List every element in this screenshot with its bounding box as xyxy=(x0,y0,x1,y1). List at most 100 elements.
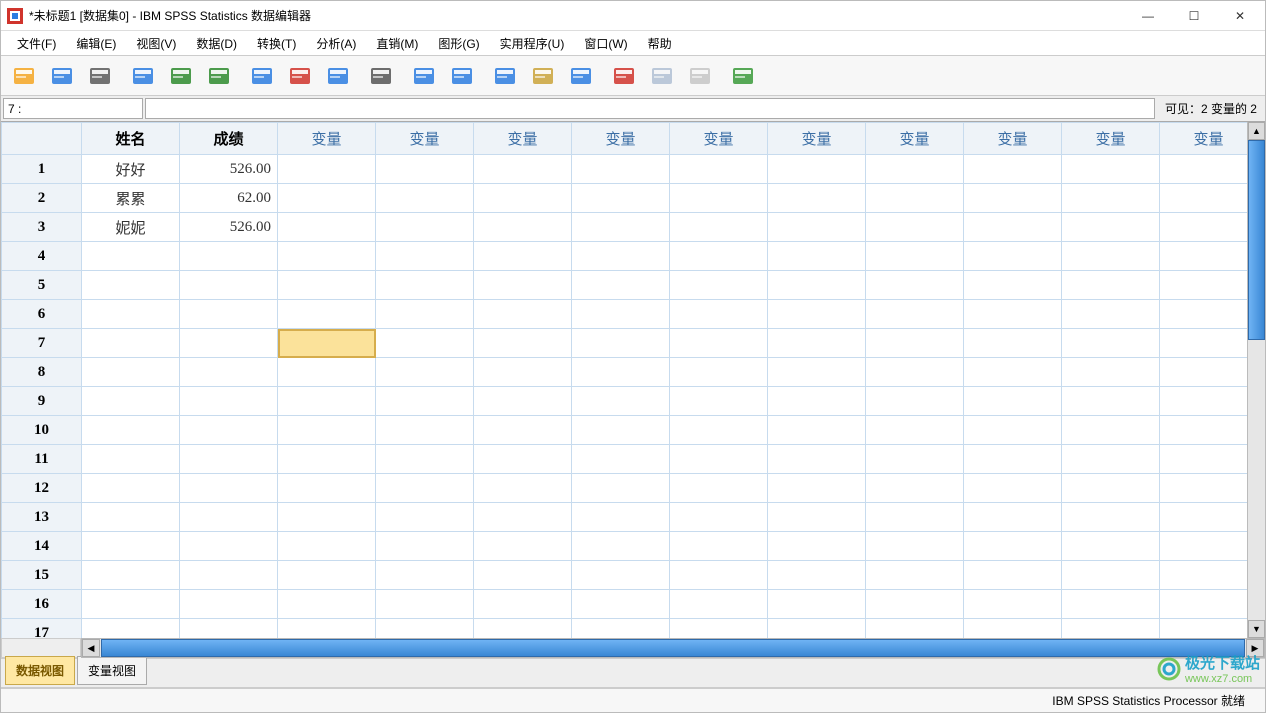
cell[interactable] xyxy=(1160,590,1258,619)
cell[interactable] xyxy=(964,503,1062,532)
cell[interactable] xyxy=(670,532,768,561)
column-header-placeholder[interactable]: 变量 xyxy=(572,123,670,155)
cell[interactable] xyxy=(180,532,278,561)
cell[interactable] xyxy=(376,532,474,561)
cell[interactable] xyxy=(278,213,376,242)
column-header-placeholder[interactable]: 变量 xyxy=(376,123,474,155)
cell[interactable] xyxy=(376,416,474,445)
cell[interactable] xyxy=(376,213,474,242)
cell[interactable] xyxy=(474,300,572,329)
row-header[interactable]: 15 xyxy=(2,561,82,590)
cell[interactable] xyxy=(866,416,964,445)
cell[interactable] xyxy=(768,561,866,590)
goto-var-icon[interactable] xyxy=(283,59,317,93)
cell[interactable] xyxy=(1160,358,1258,387)
find-icon[interactable] xyxy=(364,59,398,93)
cell[interactable] xyxy=(768,242,866,271)
menu-item[interactable]: 图形(G) xyxy=(428,32,489,55)
cell[interactable] xyxy=(278,619,376,639)
cell[interactable] xyxy=(1062,445,1160,474)
minimize-button[interactable]: — xyxy=(1125,1,1171,30)
menu-item[interactable]: 帮助 xyxy=(638,32,682,55)
cell[interactable] xyxy=(572,300,670,329)
recall-dialog-icon[interactable] xyxy=(126,59,160,93)
cell[interactable] xyxy=(82,561,180,590)
close-button[interactable]: ✕ xyxy=(1217,1,1263,30)
cell[interactable] xyxy=(82,532,180,561)
cell[interactable] xyxy=(278,184,376,213)
goto-case-icon[interactable] xyxy=(245,59,279,93)
horizontal-scrollbar[interactable]: ◀ ▶ xyxy=(81,638,1265,658)
menu-item[interactable]: 直销(M) xyxy=(366,32,428,55)
cell[interactable] xyxy=(180,619,278,639)
cell[interactable] xyxy=(278,532,376,561)
tab-variable-view[interactable]: 变量视图 xyxy=(77,656,147,685)
cell[interactable] xyxy=(474,561,572,590)
cell[interactable] xyxy=(1160,300,1258,329)
cell[interactable] xyxy=(964,387,1062,416)
menu-item[interactable]: 转换(T) xyxy=(247,32,306,55)
cell[interactable] xyxy=(474,329,572,358)
cell[interactable] xyxy=(180,358,278,387)
cell[interactable] xyxy=(768,271,866,300)
cell[interactable] xyxy=(1160,242,1258,271)
column-header-placeholder[interactable]: 变量 xyxy=(1062,123,1160,155)
cell[interactable] xyxy=(82,474,180,503)
cell[interactable] xyxy=(474,503,572,532)
data-grid[interactable]: 姓名成绩变量变量变量变量变量变量变量变量变量变量变量变量变量 1好好526.00… xyxy=(1,122,1265,638)
cell[interactable] xyxy=(1062,561,1160,590)
cell[interactable] xyxy=(1062,416,1160,445)
cell[interactable] xyxy=(768,590,866,619)
cell[interactable] xyxy=(82,358,180,387)
cell[interactable] xyxy=(474,271,572,300)
cell[interactable] xyxy=(866,590,964,619)
cell[interactable] xyxy=(82,445,180,474)
cell[interactable] xyxy=(768,213,866,242)
cell[interactable] xyxy=(376,561,474,590)
cell[interactable] xyxy=(768,155,866,184)
cell[interactable] xyxy=(670,474,768,503)
cell[interactable] xyxy=(572,155,670,184)
cell[interactable] xyxy=(670,300,768,329)
cell[interactable] xyxy=(278,271,376,300)
cell[interactable] xyxy=(866,155,964,184)
cell[interactable] xyxy=(474,213,572,242)
cell[interactable] xyxy=(964,358,1062,387)
cell[interactable] xyxy=(376,619,474,639)
cell[interactable] xyxy=(180,590,278,619)
cell[interactable] xyxy=(376,242,474,271)
cell[interactable] xyxy=(82,387,180,416)
cell[interactable] xyxy=(964,329,1062,358)
menu-item[interactable]: 文件(F) xyxy=(7,32,66,55)
cell[interactable] xyxy=(1062,387,1160,416)
cell[interactable] xyxy=(964,416,1062,445)
row-header[interactable]: 14 xyxy=(2,532,82,561)
cell[interactable] xyxy=(866,561,964,590)
cell[interactable] xyxy=(1160,329,1258,358)
cell-value-box[interactable] xyxy=(145,98,1155,119)
cell[interactable] xyxy=(670,416,768,445)
cell[interactable] xyxy=(768,416,866,445)
row-header[interactable]: 4 xyxy=(2,242,82,271)
cell[interactable] xyxy=(572,590,670,619)
cell[interactable] xyxy=(572,271,670,300)
cell[interactable] xyxy=(1062,532,1160,561)
insert-case-icon[interactable] xyxy=(407,59,441,93)
cell[interactable] xyxy=(474,242,572,271)
cell[interactable] xyxy=(1062,590,1160,619)
cell[interactable] xyxy=(866,242,964,271)
cell[interactable] xyxy=(572,474,670,503)
cell[interactable] xyxy=(376,300,474,329)
scroll-right-icon[interactable]: ▶ xyxy=(1246,639,1264,657)
menu-item[interactable]: 窗口(W) xyxy=(574,32,637,55)
cell[interactable] xyxy=(278,503,376,532)
cell[interactable] xyxy=(670,184,768,213)
cell[interactable] xyxy=(278,474,376,503)
cell[interactable] xyxy=(82,503,180,532)
row-header[interactable]: 13 xyxy=(2,503,82,532)
cell[interactable] xyxy=(1160,213,1258,242)
cell[interactable] xyxy=(572,416,670,445)
cell[interactable] xyxy=(572,213,670,242)
cell[interactable] xyxy=(180,503,278,532)
cell[interactable] xyxy=(474,387,572,416)
